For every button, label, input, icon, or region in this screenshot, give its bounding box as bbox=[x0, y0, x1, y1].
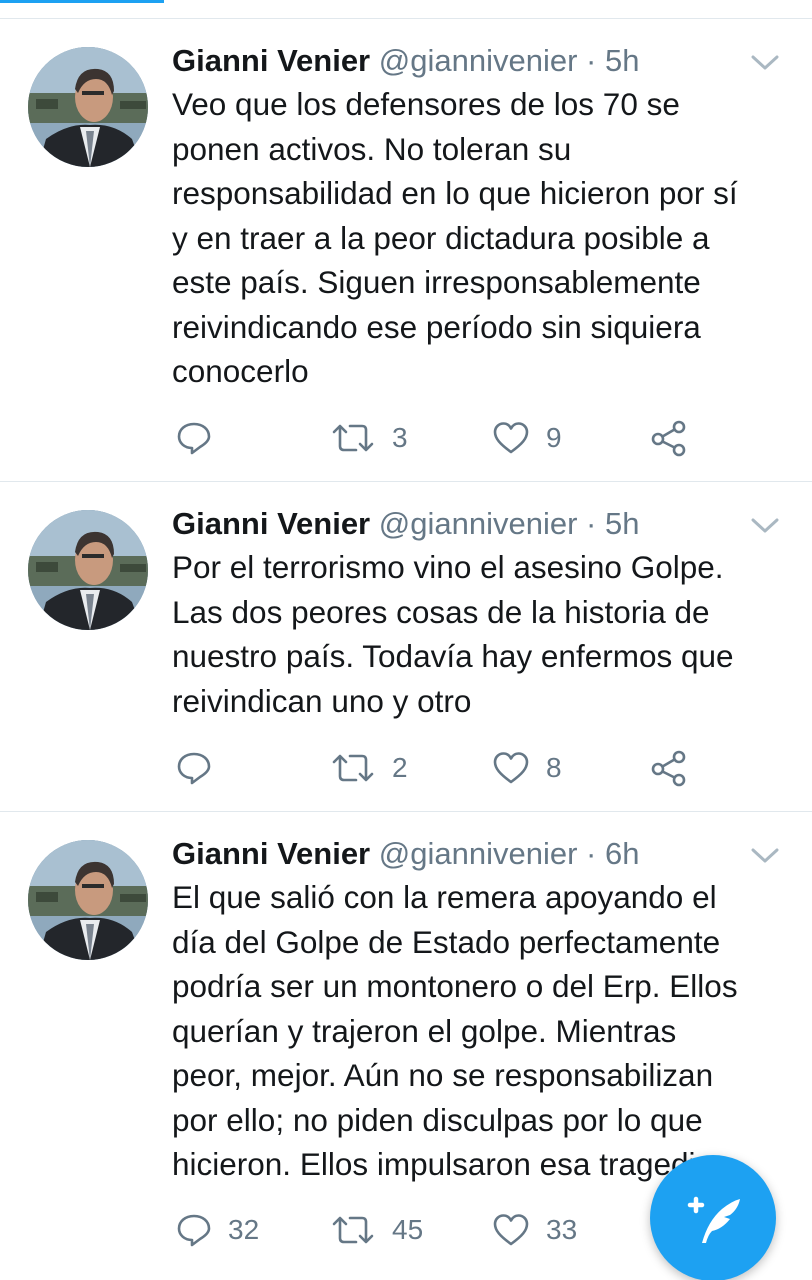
tweet-menu-button[interactable] bbox=[745, 510, 785, 540]
active-tab-indicator bbox=[0, 0, 164, 3]
retweet-button[interactable]: 3 bbox=[330, 418, 408, 458]
retweet-icon bbox=[332, 1216, 374, 1244]
tweet-timestamp[interactable]: 5h bbox=[605, 506, 639, 541]
author-handle[interactable]: @giannivenier bbox=[379, 506, 578, 541]
separator: · bbox=[586, 506, 597, 541]
tweet-text: El que salió con la remera apoyando el d… bbox=[172, 875, 792, 1187]
reply-button[interactable] bbox=[176, 418, 212, 458]
tweet-text-line: peor, mejor. Aún no se responsabilizan bbox=[172, 1057, 714, 1093]
avatar[interactable] bbox=[28, 840, 148, 960]
tweet-actions: 32 45 33 bbox=[172, 1210, 732, 1250]
tweet-text-line: El que salió con la remera apoyando el bbox=[172, 879, 717, 915]
share-icon bbox=[651, 750, 686, 787]
reply-count: 32 bbox=[228, 1214, 260, 1245]
tweet-timestamp[interactable]: 5h bbox=[605, 43, 639, 78]
tweet-text-line: Las dos peores cosas de la historia de bbox=[172, 593, 710, 630]
tweet-text-line: conocerlo bbox=[172, 353, 309, 389]
profile-photo bbox=[28, 47, 148, 167]
tweet-text-line: y en traer a la peor dictadura posible a bbox=[172, 219, 710, 256]
compose-tweet-icon bbox=[687, 1196, 740, 1243]
tweet-text: Veo que los defensores de los 70 se pone… bbox=[172, 82, 792, 394]
tweet-actions: 3 9 bbox=[172, 418, 732, 458]
retweet-icon bbox=[332, 424, 374, 452]
tweet-menu-button[interactable] bbox=[745, 840, 785, 870]
like-button[interactable]: 8 bbox=[492, 748, 562, 788]
chevron-down-icon bbox=[751, 848, 779, 863]
like-button[interactable]: 33 bbox=[492, 1210, 577, 1250]
chevron-down-icon bbox=[751, 518, 779, 533]
reply-icon bbox=[177, 752, 211, 785]
retweet-button[interactable]: 2 bbox=[330, 748, 408, 788]
separator: · bbox=[586, 836, 597, 871]
author-name[interactable]: Gianni Venier bbox=[172, 43, 370, 78]
reply-button[interactable]: 32 bbox=[176, 1210, 259, 1250]
tweet-text-line: nuestro país. Todavía hay enfermos que bbox=[172, 638, 734, 674]
separator: · bbox=[586, 43, 597, 78]
tweet-text-line: por ello; no piden disculpas por lo que bbox=[172, 1101, 703, 1138]
tweet-text: Por el terrorismo vino el asesino Golpe.… bbox=[172, 545, 792, 723]
retweet-count: 2 bbox=[392, 752, 408, 783]
tweet-text-line: podría ser un montonero o del Erp. Ellos bbox=[172, 968, 738, 1004]
tweet-text-line: reivindican uno y otro bbox=[172, 682, 472, 719]
tweet-text-line: Por el terrorismo vino el asesino Golpe. bbox=[172, 549, 724, 585]
tweet[interactable]: Gianni Venier @giannivenier · 5h Por el … bbox=[0, 482, 812, 812]
share-button[interactable] bbox=[650, 418, 688, 458]
reply-icon bbox=[177, 422, 211, 455]
like-count: 9 bbox=[546, 422, 562, 453]
share-button[interactable] bbox=[650, 748, 688, 788]
tweet-header: Gianni Venier @giannivenier · 5h bbox=[172, 41, 639, 81]
tweet-text-line: ponen activos. No toleran su bbox=[172, 130, 572, 167]
tweet-text-line: Veo que los defensores de los 70 se bbox=[172, 86, 680, 122]
avatar[interactable] bbox=[28, 47, 148, 167]
tweet-text-line: responsabilidad en lo que hicieron por s… bbox=[172, 175, 738, 211]
profile-photo bbox=[28, 840, 148, 960]
share-icon bbox=[651, 420, 686, 457]
like-count: 33 bbox=[546, 1214, 578, 1245]
reply-button[interactable] bbox=[176, 748, 212, 788]
tweet-header: Gianni Venier @giannivenier · 5h bbox=[172, 504, 639, 544]
tweet-text-line: querían y trajeron el golpe. Mientras bbox=[172, 1012, 677, 1049]
heart-icon bbox=[493, 752, 529, 784]
timeline-screen: Gianni Venier @giannivenier · 5h Veo que… bbox=[0, 0, 812, 1280]
chevron-down-icon bbox=[751, 55, 779, 70]
author-name[interactable]: Gianni Venier bbox=[172, 506, 370, 541]
tweet-text-line: este país. Siguen irresponsablemente bbox=[172, 264, 701, 300]
author-handle[interactable]: @giannivenier bbox=[379, 43, 578, 78]
tweet-header: Gianni Venier @giannivenier · 6h bbox=[172, 834, 639, 874]
like-count: 8 bbox=[546, 752, 562, 783]
tweet[interactable]: Gianni Venier @giannivenier · 5h Veo que… bbox=[0, 19, 812, 482]
heart-icon bbox=[493, 422, 529, 454]
retweet-count: 45 bbox=[392, 1214, 424, 1245]
heart-icon bbox=[493, 1214, 529, 1246]
tweet-text-line: día del Golpe de Estado perfectamente bbox=[172, 923, 721, 960]
profile-photo bbox=[28, 510, 148, 630]
tweet-text-line: reivindicando ese período sin siquiera bbox=[172, 308, 701, 345]
retweet-count: 3 bbox=[392, 422, 408, 453]
tweet-timestamp[interactable]: 6h bbox=[605, 836, 639, 871]
like-button[interactable]: 9 bbox=[492, 418, 562, 458]
retweet-icon bbox=[332, 754, 374, 782]
retweet-button[interactable]: 45 bbox=[330, 1210, 423, 1250]
author-handle[interactable]: @giannivenier bbox=[379, 836, 578, 871]
avatar[interactable] bbox=[28, 510, 148, 630]
reply-icon bbox=[177, 1214, 211, 1247]
author-name[interactable]: Gianni Venier bbox=[172, 836, 370, 871]
compose-tweet-button[interactable] bbox=[650, 1155, 776, 1280]
tweet-actions: 2 8 bbox=[172, 748, 732, 788]
tweet-menu-button[interactable] bbox=[745, 47, 785, 77]
